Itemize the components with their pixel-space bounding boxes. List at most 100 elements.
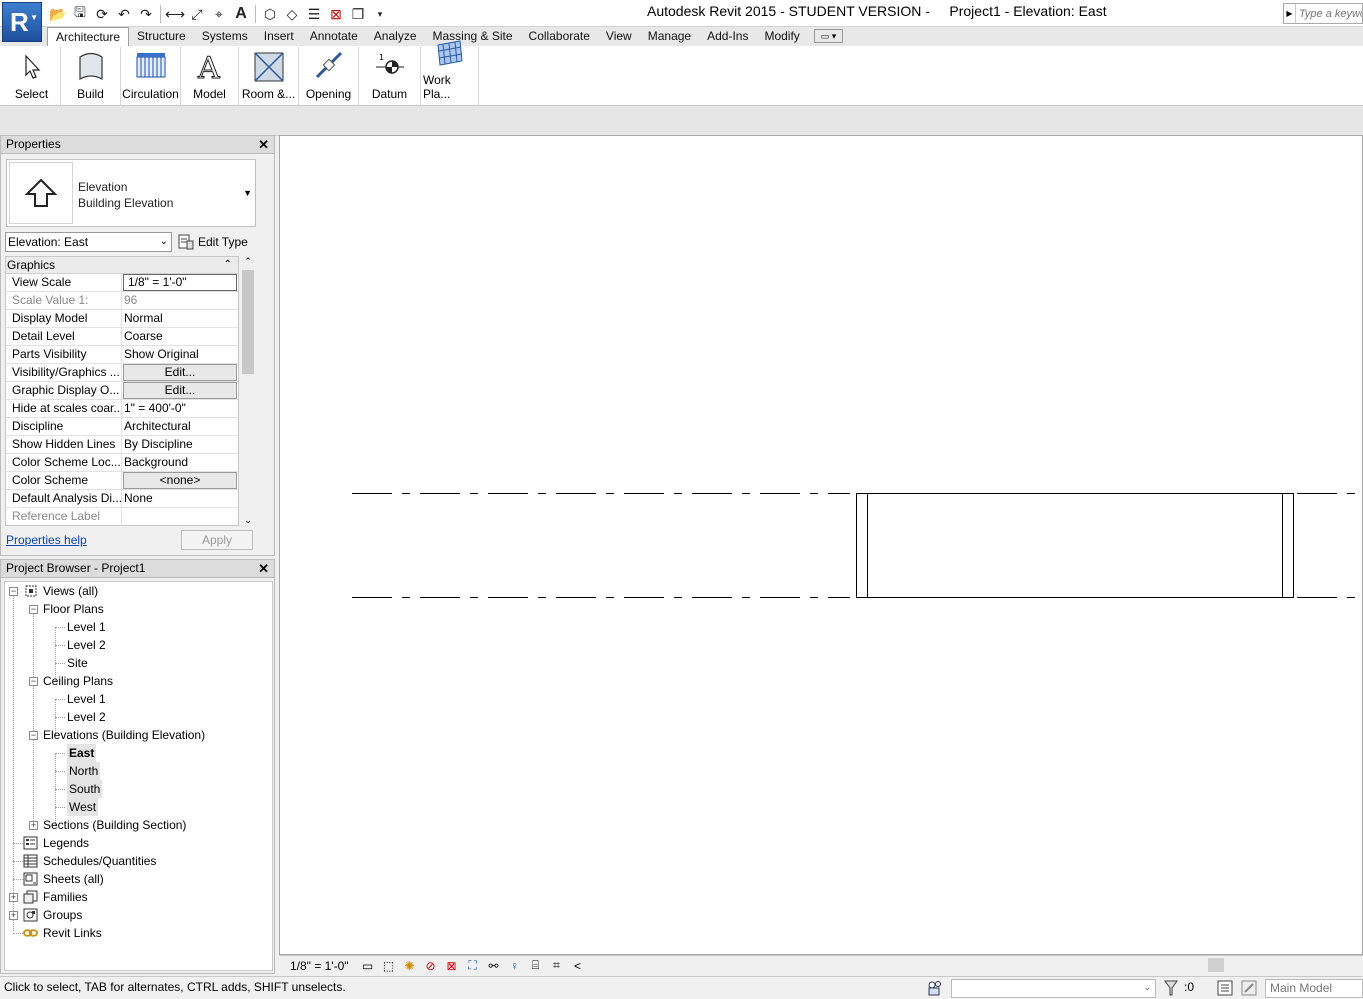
- worksets-icon[interactable]: [926, 979, 944, 997]
- tab-architecture[interactable]: Architecture: [47, 27, 130, 46]
- shadows-icon[interactable]: ⊘: [423, 958, 439, 974]
- scroll-down-icon[interactable]: ⌄: [241, 515, 255, 526]
- properties-help-link[interactable]: Properties help: [6, 533, 87, 547]
- select-button[interactable]: Select: [3, 47, 61, 105]
- tree-item-south[interactable]: South: [67, 780, 103, 798]
- tree-item-level-2[interactable]: Level 2: [67, 708, 106, 726]
- tree-item-elevations-building-elevation[interactable]: − Elevations (Building Elevation): [29, 726, 205, 744]
- collapse-arrow-icon[interactable]: <: [570, 958, 586, 974]
- ribbon-display-toggle-icon[interactable]: ▭ ▾: [813, 29, 844, 43]
- tab-modify[interactable]: Modify: [756, 27, 807, 46]
- tree-item-north[interactable]: North: [67, 762, 101, 780]
- tree-item-sections-building-section[interactable]: + Sections (Building Section): [29, 816, 186, 834]
- undo-icon[interactable]: ↶: [114, 4, 134, 24]
- horizontal-scroll-thumb[interactable]: [1208, 958, 1224, 972]
- tree-item-level-1[interactable]: Level 1: [67, 618, 106, 636]
- reveal-hidden-icon[interactable]: ♀: [507, 958, 523, 974]
- property-edit-button[interactable]: Edit...: [123, 364, 237, 381]
- close-icon[interactable]: ✕: [258, 560, 269, 577]
- chevron-down-icon[interactable]: ▼: [243, 188, 252, 198]
- drawing-area[interactable]: [279, 135, 1363, 955]
- datum-button[interactable]: 1 Datum: [359, 47, 421, 105]
- section-icon[interactable]: ◇: [282, 4, 302, 24]
- collapse-icon[interactable]: ⌃: [224, 257, 232, 273]
- aligned-dimension-icon[interactable]: ⤢: [187, 4, 207, 24]
- property-value[interactable]: Normal: [122, 310, 238, 327]
- redo-icon[interactable]: ↷: [136, 4, 156, 24]
- property-edit-button[interactable]: <none>: [123, 472, 237, 489]
- active-model-selector[interactable]: Main Model: [1265, 979, 1363, 998]
- scroll-up-icon[interactable]: ⌃: [241, 256, 255, 267]
- tree-item-views-all[interactable]: − Views (all): [9, 582, 98, 600]
- tree-item-level-2[interactable]: Level 2: [67, 636, 106, 654]
- crop-view-icon[interactable]: ⊠: [444, 958, 460, 974]
- search-input[interactable]: [1296, 7, 1362, 20]
- editable-only-icon[interactable]: [1216, 979, 1234, 997]
- property-value[interactable]: 1" = 400'-0": [122, 400, 238, 417]
- property-value[interactable]: 1/8" = 1'-0": [123, 274, 237, 291]
- tab-collaborate[interactable]: Collaborate: [521, 27, 598, 46]
- property-value[interactable]: Show Original: [122, 346, 238, 363]
- tree-item-level-1[interactable]: Level 1: [67, 690, 106, 708]
- room-button[interactable]: Room &...: [239, 47, 299, 105]
- detail-level-icon[interactable]: ▭: [360, 958, 376, 974]
- expand-icon[interactable]: +: [29, 820, 38, 830]
- opening-button[interactable]: Opening: [299, 47, 359, 105]
- customize-toolbar-icon[interactable]: ▾: [370, 4, 390, 24]
- wall-elevation-outline[interactable]: [856, 493, 1294, 598]
- expand-arrow-icon[interactable]: ▶: [1284, 4, 1296, 23]
- property-value[interactable]: Background: [122, 454, 238, 471]
- filter-icon[interactable]: [1163, 979, 1179, 997]
- tab-insert[interactable]: Insert: [256, 27, 302, 46]
- tree-item-families[interactable]: + Families: [9, 888, 88, 906]
- temporary-hide-icon[interactable]: ⚯: [486, 958, 502, 974]
- tab-manage[interactable]: Manage: [640, 27, 699, 46]
- collapse-icon[interactable]: −: [29, 604, 38, 614]
- tab-systems[interactable]: Systems: [194, 27, 256, 46]
- tree-item-groups[interactable]: + Groups: [9, 906, 82, 924]
- property-value[interactable]: None: [122, 490, 238, 507]
- workset-selector[interactable]: ⌄: [951, 979, 1156, 998]
- tab-annotate[interactable]: Annotate: [302, 27, 366, 46]
- properties-scrollbar[interactable]: ⌃ ⌄: [241, 256, 255, 526]
- model-button[interactable]: A Model: [181, 47, 239, 105]
- tree-item-west[interactable]: West: [67, 798, 99, 816]
- tree-item-site[interactable]: Site: [67, 654, 88, 672]
- collapse-icon[interactable]: −: [29, 676, 38, 686]
- tree-item-east[interactable]: East: [67, 744, 97, 762]
- select-pinned-icon[interactable]: [1240, 979, 1258, 997]
- work-pla-button[interactable]: Work Pla...: [421, 40, 479, 105]
- instance-filter-select[interactable]: Elevation: East ⌄: [5, 232, 172, 252]
- close-hidden-windows-icon[interactable]: ⊠: [326, 4, 346, 24]
- tab-view[interactable]: View: [598, 27, 640, 46]
- analytical-model-icon[interactable]: ⌗: [549, 958, 565, 974]
- thin-lines-icon[interactable]: ☰: [304, 4, 324, 24]
- edit-type-button[interactable]: Edit Type: [178, 232, 248, 252]
- tab-add-ins[interactable]: Add-Ins: [699, 27, 756, 46]
- tree-item-ceiling-plans[interactable]: − Ceiling Plans: [29, 672, 113, 690]
- application-menu-button[interactable]: R ▼: [2, 2, 42, 42]
- tree-item-schedules-quantities[interactable]: Schedules/Quantities: [9, 852, 156, 870]
- measure-icon[interactable]: ⟷: [165, 4, 185, 24]
- sun-path-icon[interactable]: ✺: [402, 958, 418, 974]
- scroll-thumb[interactable]: [242, 270, 254, 374]
- expand-icon[interactable]: +: [9, 910, 18, 920]
- tab-analyze[interactable]: Analyze: [366, 27, 425, 46]
- collapse-icon[interactable]: −: [29, 730, 38, 740]
- open-icon[interactable]: 📂: [48, 4, 68, 24]
- tree-item-legends[interactable]: Legends: [9, 834, 89, 852]
- default-3d-view-icon[interactable]: ⬡: [260, 4, 280, 24]
- tree-item-sheets-all[interactable]: Sheets (all): [9, 870, 104, 888]
- switch-windows-icon[interactable]: ❐: [348, 4, 368, 24]
- group-header-graphics[interactable]: Graphics ⌃: [6, 257, 238, 274]
- tag-icon[interactable]: ⌖: [209, 4, 229, 24]
- tree-item-revit-links[interactable]: Revit Links: [9, 924, 102, 942]
- property-value[interactable]: By Discipline: [122, 436, 238, 453]
- type-selector[interactable]: Elevation Building Elevation ▼: [6, 159, 256, 227]
- expand-icon[interactable]: +: [9, 892, 18, 902]
- save-icon[interactable]: 🖫: [70, 4, 90, 24]
- sync-icon[interactable]: ⟳: [92, 4, 112, 24]
- property-value[interactable]: Architectural: [122, 418, 238, 435]
- text-icon[interactable]: A: [231, 4, 251, 24]
- show-crop-region-icon[interactable]: ⛶: [465, 958, 481, 974]
